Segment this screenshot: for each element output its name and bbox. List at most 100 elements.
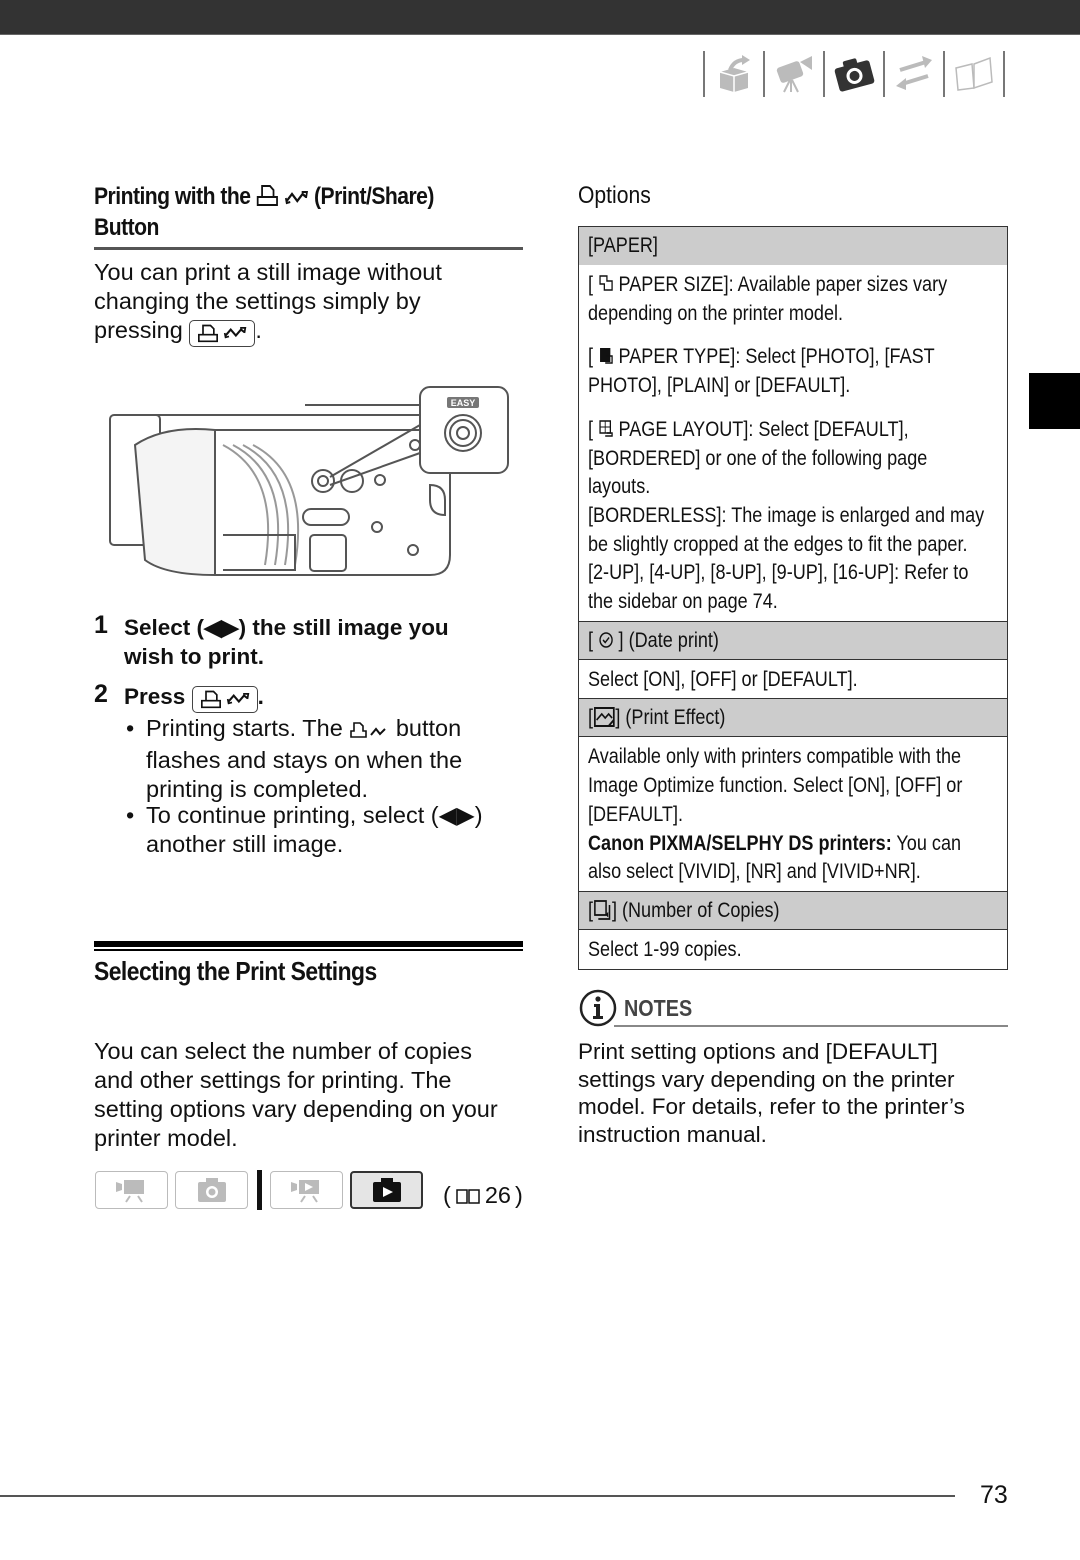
paper-type-line: PHOTO], [PLAIN] or [DEFAULT]. (588, 374, 851, 398)
step-number: 2 (94, 680, 108, 708)
print-share-icon (349, 717, 389, 746)
print-effect-line: also select [VIVID], [NR] and [VIVID+NR]… (588, 860, 921, 884)
camcorder-illustration: EASY (105, 385, 515, 585)
photo-record-mode-icon (175, 1171, 248, 1209)
print-effect-header-text: [] (Print Effect) (588, 706, 726, 730)
notes-line: Print setting options and [DEFAULT] (578, 1039, 938, 1064)
heading-rule (94, 247, 523, 250)
page-layout-line: [ PAGE LAYOUT]: Select [DEFAULT], (588, 417, 909, 441)
settings-paragraph: You can select the number of copies and … (94, 1037, 498, 1153)
notes-label: NOTES (624, 994, 693, 1021)
intro-paragraph: You can print a still image without chan… (94, 258, 442, 347)
section-rule (94, 941, 523, 947)
page-layout-option: [ PAGE LAYOUT]: Select [DEFAULT], [BORDE… (588, 416, 998, 617)
share-icon (226, 693, 249, 705)
bullet-dot: • (126, 802, 135, 828)
chapter-nav (703, 50, 1005, 98)
photo-playback-mode-icon (350, 1171, 423, 1209)
options-table: [PAPER] [ PAPER SIZE]: Available paper s… (578, 226, 1008, 970)
page-layout-line: the sidebar on page 74. (588, 590, 778, 614)
bullet-line: another still image. (146, 831, 344, 857)
settings-line: setting options vary depending on your (94, 1096, 498, 1122)
bullet-dot: • (126, 715, 135, 741)
photos-camera-icon[interactable] (825, 51, 883, 97)
bullet-text: button (395, 715, 462, 741)
chapter-tab-marker (1029, 373, 1080, 429)
step-2-text: Press . (124, 682, 264, 713)
bullet-1: Printing starts. The button flashes and … (146, 714, 526, 804)
print-share-heading-line2: Button (94, 214, 159, 241)
print-share-button-glyph (189, 319, 256, 347)
print-icon (198, 324, 219, 343)
page-layout-line: be slightly cropped at the edges to fit … (588, 532, 968, 556)
info-icon (579, 989, 617, 1027)
intro-line: pressing . (94, 316, 442, 347)
heading-text: (Print/Share) (314, 183, 434, 210)
settings-heading: Selecting the Print Settings (94, 956, 377, 986)
movie-playback-mode-icon (270, 1171, 343, 1209)
print-effect-line: Available only with printers compatible … (588, 745, 962, 769)
page-layout-line: layouts. (588, 475, 651, 499)
step-line: wish to print. (124, 644, 264, 669)
movies-camcorder-icon[interactable] (765, 51, 823, 97)
share-icon (224, 327, 247, 339)
print-share-button-glyph (191, 685, 258, 713)
operating-modes (95, 1170, 430, 1210)
top-bar (0, 0, 1080, 35)
date-print-header: [ ] (Date print) (579, 621, 1007, 660)
step-number: 1 (94, 611, 108, 639)
date-print-header-text: [ ] (Date print) (588, 628, 719, 652)
printer-brand-label: Canon PIXMA/SELPHY DS printers: (588, 831, 892, 855)
bullet-text: Printing starts. The (146, 715, 343, 741)
paper-size-line: depending on the printer model. (588, 301, 844, 325)
book-icon (456, 1188, 480, 1204)
notes-line: model. For details, refer to the printer… (578, 1094, 965, 1119)
step-line: Press (124, 684, 186, 709)
print-icon (200, 690, 221, 709)
paper-size-line: [ PAPER SIZE]: Available paper sizes var… (588, 273, 948, 296)
page-reference[interactable]: ( 26) (443, 1182, 523, 1209)
settings-line: and other settings for printing. The (94, 1067, 452, 1093)
paper-header: [PAPER] (579, 227, 1007, 265)
notes-line: settings vary depending on the printer (578, 1066, 955, 1092)
movie-record-mode-icon (95, 1171, 168, 1209)
notes-line: instruction manual. (578, 1121, 767, 1147)
mode-separator (257, 1170, 262, 1210)
heading-text: Printing with the (94, 183, 251, 210)
print-icon (256, 183, 279, 214)
options-title: Options (578, 182, 651, 209)
bullet-line: Printing starts. The button (146, 714, 526, 746)
print-effect-line: [DEFAULT]. (588, 802, 684, 826)
bullet-line: flashes and stays on when the (146, 747, 463, 773)
bullet-line: To continue printing, select (◀▶) (146, 802, 483, 828)
step-line: . (257, 684, 264, 709)
date-print-cell: Select [ON], [OFF] or [DEFAULT]. (579, 660, 1007, 700)
intro-line: changing the settings simply by (94, 288, 421, 314)
settings-line: printer model. (94, 1125, 238, 1151)
footer-rule (0, 1495, 955, 1497)
page-ref-number: 26 (484, 1182, 511, 1208)
introduction-box-icon[interactable] (705, 51, 763, 97)
paren-open: ( (443, 1182, 451, 1208)
paper-type-line: [ PAPER TYPE]: Select [PHOTO], [FAST (588, 345, 935, 369)
notes-header: NOTES (578, 988, 703, 1028)
settings-line: You can select the number of copies (94, 1038, 472, 1064)
paper-type-option: [ PAPER TYPE]: Select [PHOTO], [FAST PHO… (588, 343, 998, 400)
notes-text: Print setting options and [DEFAULT] sett… (578, 1038, 1018, 1148)
easy-label: EASY (451, 398, 476, 408)
page-layout-line: [2-UP], [4-UP], [8-UP], [9-UP], [16-UP]:… (588, 561, 969, 585)
external-connections-icon[interactable] (885, 51, 943, 97)
print-effect-cell: Available only with printers compatible … (579, 737, 1007, 892)
page-layout-line: [BORDERLESS]: The image is enlarged and … (588, 503, 985, 527)
additional-info-book-icon[interactable] (945, 51, 1003, 97)
share-icon (284, 186, 309, 214)
paper-size-icon (599, 275, 613, 291)
print-effect-icon (593, 707, 615, 728)
bullet-2: To continue printing, select (◀▶) anothe… (146, 801, 526, 859)
step-1-text: Select (◀▶) the still image you wish to … (124, 613, 449, 671)
nav-separator (1003, 51, 1005, 97)
intro-text: pressing (94, 317, 183, 343)
paper-header-text: [PAPER] (588, 234, 658, 257)
page-layout-line: [BORDERED] or one of the following page (588, 446, 928, 470)
bullet-line: printing is completed. (146, 776, 369, 802)
